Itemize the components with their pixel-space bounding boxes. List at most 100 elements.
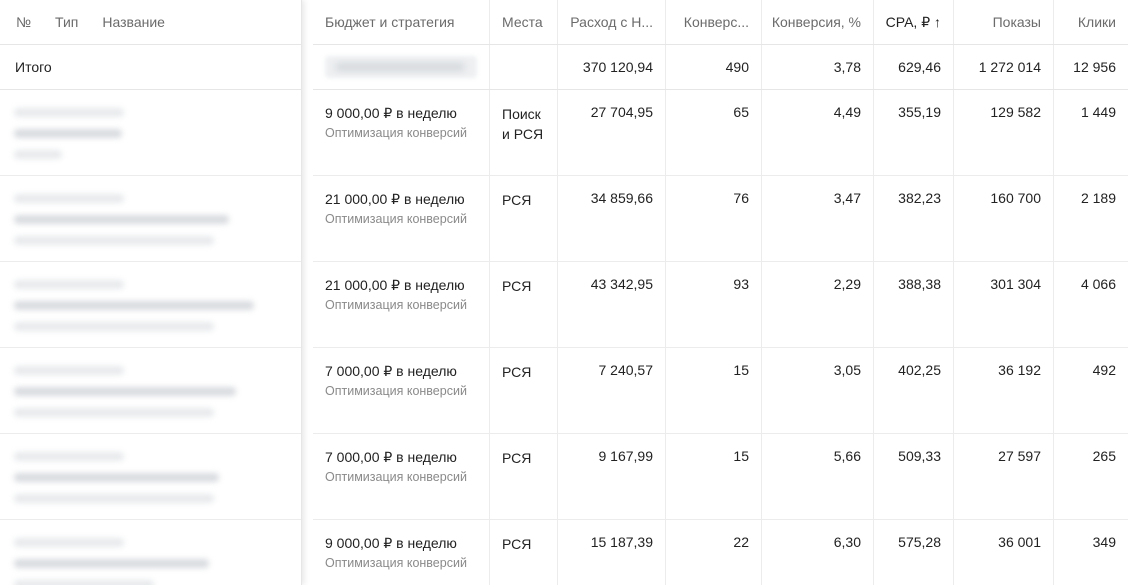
clicks-cell: 492 [1092,362,1116,378]
spend-cell: 7 240,57 [558,348,666,433]
header-type[interactable]: Тип [55,14,78,30]
cpa-cell: 355,19 [874,90,954,175]
conversions-cell: 65 [666,90,762,175]
metrics-total-row: 370 120,94 490 3,78 629,46 1 272 014 12 … [313,45,1128,90]
campaign-name-cell[interactable] [0,90,301,176]
header-name[interactable]: Название [102,14,165,30]
header-budget[interactable]: Бюджет и стратегия [313,0,490,44]
cpa-cell: 388,38 [874,262,954,347]
conversion-rate-cell: 2,29 [762,262,874,347]
cpa-cell: 575,28 [874,520,954,585]
spend-cell: 34 859,66 [558,176,666,261]
clicks-cell: 4 066 [1080,276,1116,292]
total-shows: 1 272 014 [954,45,1054,89]
blurred-campaign-info [14,194,229,257]
conversion-rate-cell: 3,47 [762,176,874,261]
spend-cell: 43 342,95 [558,262,666,347]
budget-cell[interactable]: 9 000,00 ₽ в неделю Оптимизация конверси… [313,90,490,175]
budget-amount: 9 000,00 ₽ в неделю [325,535,457,551]
conversions-cell: 22 [666,520,762,585]
table-row[interactable]: 21 000,00 ₽ в неделю Оптимизация конверс… [313,262,1128,348]
blurred-campaign-info [14,366,236,429]
header-places[interactable]: Места [490,0,558,44]
campaign-name-panel: № Тип Название Итого [0,0,302,585]
conversion-rate-cell: 6,30 [762,520,874,585]
strategy-label: Оптимизация конверсий [325,384,467,398]
budget-cell[interactable]: 7 000,00 ₽ в неделю Оптимизация конверси… [313,434,490,519]
cpa-cell: 509,33 [874,434,954,519]
budget-cell[interactable]: 9 000,00 ₽ в неделю Оптимизация конверси… [313,520,490,585]
budget-cell[interactable]: 7 000,00 ₽ в неделю Оптимизация конверси… [313,348,490,433]
blurred-campaign-info [14,108,124,171]
spend-cell: 27 704,95 [558,90,666,175]
strategy-label: Оптимизация конверсий [325,298,467,312]
budget-amount: 21 000,00 ₽ в неделю [325,191,465,207]
total-clicks: 12 956 [1073,59,1116,75]
places-cell: РСЯ [490,176,558,261]
clicks-cell: 265 [1092,448,1116,464]
places-cell: РСЯ [490,434,558,519]
clicks-cell: 2 189 [1080,190,1116,206]
header-shows[interactable]: Показы [954,0,1054,44]
total-label: Итого [15,59,52,75]
shows-cell: 36 192 [954,348,1054,433]
budget-cell[interactable]: 21 000,00 ₽ в неделю Оптимизация конверс… [313,262,490,347]
campaign-name-cell[interactable] [0,176,301,262]
spend-cell: 9 167,99 [558,434,666,519]
clicks-cell: 349 [1092,534,1116,550]
conversions-cell: 93 [666,262,762,347]
table-row[interactable]: 9 000,00 ₽ в неделю Оптимизация конверси… [313,520,1128,585]
campaign-name-cell[interactable] [0,262,301,348]
header-conversion-rate[interactable]: Конверсия, % [762,0,874,44]
strategy-label: Оптимизация конверсий [325,556,467,570]
conversion-rate-cell: 5,66 [762,434,874,519]
header-cpa-sorted[interactable]: CPA, ₽ ↑ [874,0,954,44]
total-cpa: 629,46 [874,45,954,89]
campaign-name-cell[interactable] [0,434,301,520]
shows-cell: 301 304 [954,262,1054,347]
places-cell: РСЯ [490,262,558,347]
budget-amount: 21 000,00 ₽ в неделю [325,277,465,293]
campaign-name-cell[interactable] [0,520,301,585]
blurred-campaign-info [14,452,219,515]
budget-cell[interactable]: 21 000,00 ₽ в неделю Оптимизация конверс… [313,176,490,261]
cpa-cell: 402,25 [874,348,954,433]
strategy-label: Оптимизация конверсий [325,126,467,140]
table-row[interactable]: 21 000,00 ₽ в неделю Оптимизация конверс… [313,176,1128,262]
campaigns-table: № Тип Название Итого Бюджет и стратегия … [0,0,1128,585]
conversions-cell: 76 [666,176,762,261]
table-row[interactable]: 7 000,00 ₽ в неделю Оптимизация конверси… [313,348,1128,434]
table-row[interactable]: 7 000,00 ₽ в неделю Оптимизация конверси… [313,434,1128,520]
header-number[interactable]: № [16,14,31,30]
total-places-cell [490,45,558,89]
strategy-label: Оптимизация конверсий [325,212,467,226]
blurred-campaign-info [14,280,254,343]
budget-amount: 7 000,00 ₽ в неделю [325,363,457,379]
blurred-total-budget [325,56,477,78]
total-conversions: 490 [666,45,762,89]
shows-cell: 160 700 [954,176,1054,261]
places-cell: РСЯ [490,520,558,585]
clicks-cell: 1 449 [1080,104,1116,120]
conversions-cell: 15 [666,434,762,519]
metrics-panel: Бюджет и стратегия Места Расход с Н... К… [313,0,1128,585]
header-clicks[interactable]: Клики [1054,0,1128,44]
blurred-campaign-info [14,538,209,585]
budget-amount: 7 000,00 ₽ в неделю [325,449,457,465]
budget-amount: 9 000,00 ₽ в неделю [325,105,457,121]
shows-cell: 36 001 [954,520,1054,585]
strategy-label: Оптимизация конверсий [325,470,467,484]
conversion-rate-cell: 3,05 [762,348,874,433]
left-header-row: № Тип Название [0,0,301,45]
places-cell: РСЯ [490,348,558,433]
conversions-cell: 15 [666,348,762,433]
table-row[interactable]: 9 000,00 ₽ в неделю Оптимизация конверси… [313,90,1128,176]
header-spend[interactable]: Расход с Н... [558,0,666,44]
total-conversion-rate: 3,78 [762,45,874,89]
spend-cell: 15 187,39 [558,520,666,585]
shows-cell: 27 597 [954,434,1054,519]
metrics-header-row: Бюджет и стратегия Места Расход с Н... К… [313,0,1128,45]
header-conversions[interactable]: Конверс... [666,0,762,44]
total-spend: 370 120,94 [558,45,666,89]
campaign-name-cell[interactable] [0,348,301,434]
